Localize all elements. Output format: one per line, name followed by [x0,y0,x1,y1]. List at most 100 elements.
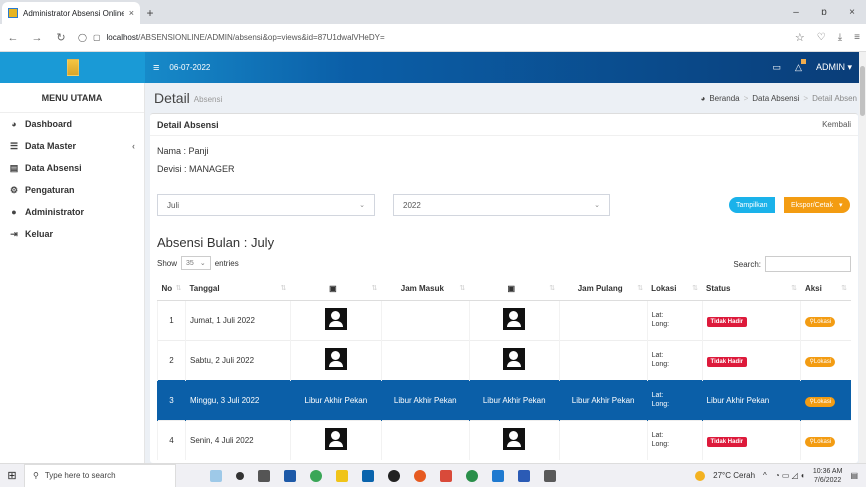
whatsapp-icon[interactable] [466,469,478,482]
chevron-down-icon: ⌄ [199,260,206,267]
user-photo-icon[interactable] [324,348,347,370]
user-photo-icon[interactable] [324,428,347,451]
forward-icon[interactable]: → [30,32,44,44]
close-window-button[interactable]: × [838,7,866,18]
browser-tab[interactable]: Administrator Absensi Online V × [2,2,140,24]
export-button[interactable]: Ekspor/Cetak ▾ [784,197,850,213]
app-icon[interactable] [544,469,556,482]
filter-row: Juli ⌄ 2022 ⌄ Tampilkan Ekspor/Cetak ▾ [157,194,851,216]
col-jam-masuk[interactable]: Jam Masuk ⇅ [381,278,470,301]
tray-chevron-icon[interactable]: ^ [763,471,767,480]
url-field[interactable]: ◯ ▢ localhost/ABSENSIONLINE/ADMIN/absens… [78,33,783,42]
latitude: Lat: [651,352,664,359]
reload-icon[interactable]: ↻ [54,31,68,44]
sort-icon: ⇅ [175,285,182,293]
store-icon[interactable] [284,469,296,482]
explorer-icon[interactable] [336,469,348,482]
latitude: Lat: [651,312,664,319]
col-lokasi[interactable]: Lokasi ⇅ [647,278,703,301]
monitor-icon[interactable]: ▭ [773,62,782,73]
employee-division: Devisi : MANAGER [157,164,235,174]
firefox-icon[interactable] [414,469,426,482]
col-tanggal[interactable]: Tanggal ⇅ [185,278,291,301]
widget-icon[interactable] [210,469,222,482]
menu-icon[interactable]: ≡ [854,32,860,43]
page-scrollbar[interactable] [859,52,866,463]
table-body: 1 Jumat, 1 Juli 2022 Lat: Long: Tidak Hadir ⚲… [157,299,851,460]
col-jam-pulang[interactable]: Jam Pulang ⇅ [559,278,648,301]
logo-image [66,59,79,76]
notification-center-icon[interactable]: ▤ [850,471,858,480]
col-aksi[interactable]: Aksi ⇅ [800,278,851,301]
latitude: Lat: [651,432,664,440]
sort-icon: ⇅ [459,285,466,293]
sidebar-item-label: Keluar [25,229,54,239]
sidebar-item-label: Pengaturan [25,185,75,195]
breadcrumb-home[interactable]: Beranda [709,94,739,103]
entries-select[interactable]: 35 ⌄ [181,256,211,270]
show-button[interactable]: Tampilkan [729,197,775,213]
weather-text[interactable]: 27°C Cerah [713,471,755,480]
tab-close-icon[interactable]: × [129,8,134,18]
back-icon[interactable]: ← [6,32,20,44]
col-status[interactable]: Status ⇅ [702,278,801,301]
main-content: Detail Absensi ◕ Beranda > Data Absensi … [145,83,866,463]
table-header-row: No ⇅ Tanggal ⇅ ▣ ⇅ Jam Masuk ⇅ ▣ ⇅ Jam Pulan… [157,278,851,301]
location-button[interactable]: ⚲Lokasi [805,316,836,327]
new-tab-button[interactable]: + [140,2,160,24]
breadcrumb-data-absensi[interactable]: Data Absensi [752,94,799,103]
export-label: Ekspor/Cetak [791,201,834,209]
download-icon[interactable]: ⤓ [838,32,842,43]
windows-start-icon[interactable]: ⊞ [0,469,24,482]
sidebar-item-data-master[interactable]: ☰ Data Master ‹ [0,135,144,157]
location-button[interactable]: ⚲Lokasi [805,356,836,367]
restore-button[interactable]: ɒ [810,7,838,18]
clock[interactable]: 10:36 AM 7/6/2022 [813,467,843,485]
month-select[interactable]: Juli ⌄ [157,194,375,216]
bell-icon[interactable]: △ [795,59,806,73]
table-row: 2 Sabtu, 2 Juli 2022 Lat: Long: Tidak Hadir ⚲… [157,339,851,380]
sidebar-item-administrator[interactable]: ● Administrator [0,201,144,223]
location-button[interactable]: ⚲Lokasi [805,436,836,447]
vscode-icon[interactable] [492,469,504,482]
user-photo-icon[interactable] [503,428,526,451]
status-badge: Tidak Hadir [706,316,748,327]
bookmark-star-icon[interactable]: ☆ [793,31,807,44]
scrollbar-thumb[interactable] [860,66,865,116]
month-title: Absensi Bulan : July [157,235,275,250]
notification-badge [800,59,806,64]
location-button[interactable]: ⚲Lokasi [805,396,836,407]
longitude: Long: [651,361,670,368]
back-link[interactable]: Kembali [822,120,851,129]
col-photo-out[interactable]: ▣ ⇅ [469,278,560,301]
sort-icon: ⇅ [841,285,847,293]
tray-icons[interactable]: ◔ ▭ ◿ ◖ [775,471,805,480]
cortana-icon[interactable] [236,471,244,480]
logo[interactable] [0,52,145,83]
col-no[interactable]: No ⇅ [157,278,186,301]
word-icon[interactable] [518,469,530,482]
sidebar-item-data-absensi[interactable]: ▤ Data Absensi [0,157,144,179]
task-view-icon[interactable] [258,469,270,482]
user-menu[interactable]: ADMIN ▾ [816,62,852,73]
database-icon: ☰ [9,140,19,151]
year-select[interactable]: 2022 ⌄ [393,194,610,216]
user-photo-icon[interactable] [503,308,526,330]
col-photo-in[interactable]: ▣ ⇅ [290,278,382,301]
sidebar-item-pengaturan[interactable]: ⚙ Pengaturan [0,179,144,201]
sidebar-item-dashboard[interactable]: ◕ Dashboard [0,113,144,135]
obs-icon[interactable] [388,469,400,482]
sidebar-item-keluar[interactable]: ⇥ Keluar [0,223,144,245]
xampp-icon[interactable] [440,469,452,482]
search-input[interactable] [765,256,851,272]
chrome-icon[interactable] [310,469,322,482]
minimize-button[interactable]: – [782,7,810,18]
sidebar-toggle-icon[interactable]: ≡ [153,62,159,74]
mail-icon[interactable] [362,469,374,482]
user-photo-icon[interactable] [324,308,347,330]
user-photo-icon[interactable] [503,348,526,370]
taskbar-search[interactable]: ⚲ Type here to search [24,463,176,487]
pocket-icon[interactable]: ♡ [817,32,826,43]
longitude: Long: [651,441,670,449]
system-tray: 27°C Cerah ^ ◔ ▭ ◿ ◖ 10:36 AM 7/6/2022 ▤ [695,467,866,485]
